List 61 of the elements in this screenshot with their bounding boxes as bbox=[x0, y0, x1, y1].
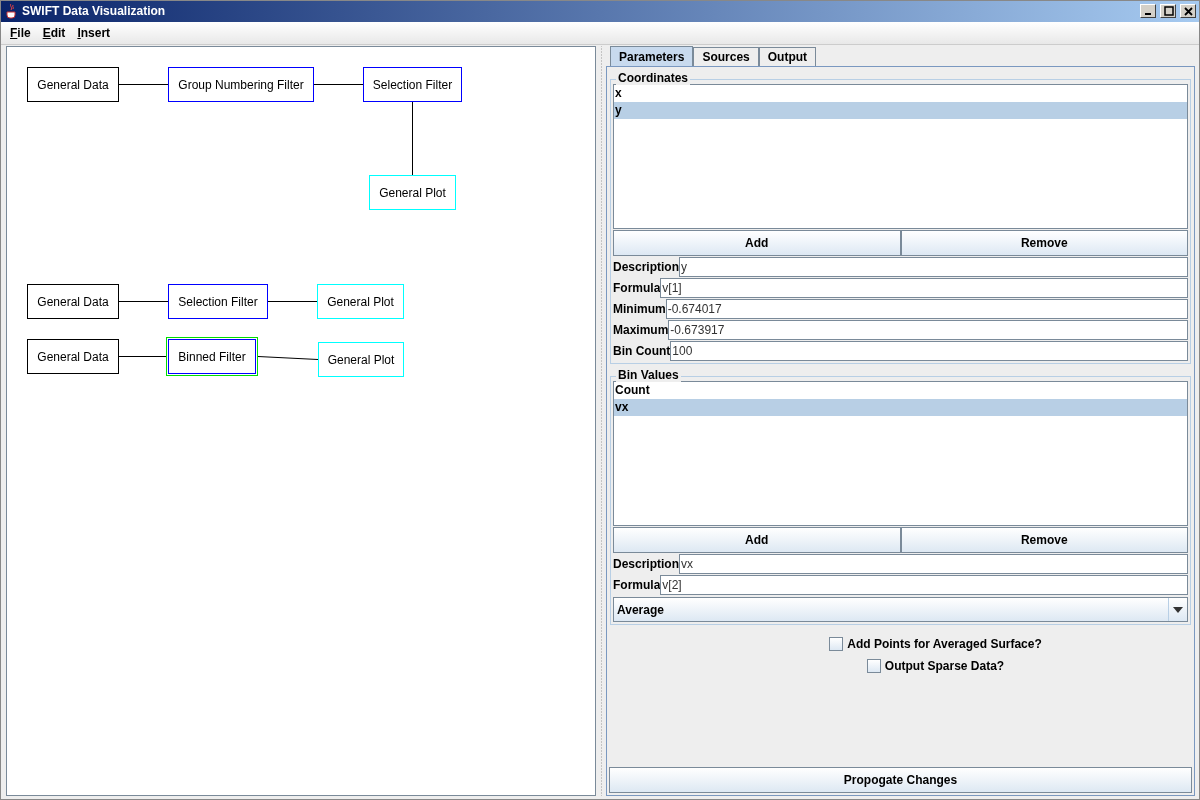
connector-line bbox=[118, 84, 169, 85]
connector-line bbox=[118, 301, 169, 302]
connector-line bbox=[313, 84, 364, 85]
diagram-node[interactable]: General Data bbox=[27, 284, 119, 319]
diagram-node[interactable]: Selection Filter bbox=[168, 284, 268, 319]
menu-item[interactable]: Edit bbox=[42, 25, 66, 40]
diagram-node[interactable]: General Data bbox=[27, 339, 119, 374]
list-item[interactable]: y bbox=[614, 102, 1187, 119]
field-label: Minimum bbox=[613, 301, 666, 318]
window-title: SWIFT Data Visualization bbox=[22, 4, 167, 19]
remove-button[interactable]: Remove bbox=[900, 230, 1188, 256]
diagram-node[interactable]: Group Numbering Filter bbox=[168, 67, 314, 102]
tab[interactable]: Parameters bbox=[610, 46, 694, 66]
maximize-icon bbox=[1162, 5, 1174, 17]
diagram-node[interactable]: General Plot bbox=[369, 175, 456, 210]
add-button[interactable]: Add bbox=[613, 230, 901, 256]
dropdown[interactable]: Average bbox=[613, 597, 1188, 622]
list-item[interactable]: x bbox=[614, 85, 1187, 102]
diagram-node[interactable]: General Plot bbox=[317, 284, 404, 319]
add-button[interactable]: Add bbox=[613, 527, 901, 553]
list-item[interactable]: Count bbox=[614, 382, 1187, 399]
input-field[interactable]: v[1] bbox=[660, 278, 1188, 298]
propagate-button[interactable]: Propogate Changes bbox=[609, 767, 1192, 793]
field-label: Formula bbox=[613, 577, 661, 594]
close-icon bbox=[1182, 5, 1194, 17]
tab[interactable]: Sources bbox=[693, 47, 759, 66]
field-label: Description bbox=[613, 259, 679, 276]
field-label: Bin Count bbox=[613, 343, 671, 360]
diagram-node[interactable]: General Plot bbox=[318, 342, 404, 377]
remove-button[interactable]: Remove bbox=[900, 527, 1188, 553]
list-item[interactable]: vx bbox=[614, 399, 1187, 416]
checkbox-label[interactable]: Output Sparse Data? bbox=[884, 659, 1005, 673]
menu-item[interactable]: Insert bbox=[77, 25, 111, 40]
input-field[interactable]: y bbox=[679, 257, 1188, 277]
input-field[interactable]: -0.673917 bbox=[668, 320, 1188, 340]
menu-item[interactable]: File bbox=[10, 25, 31, 40]
maximize-button[interactable] bbox=[1160, 4, 1176, 19]
input-field[interactable]: -0.674017 bbox=[665, 299, 1188, 319]
field-label: Formula bbox=[613, 280, 661, 297]
minimize-button[interactable] bbox=[1140, 4, 1156, 19]
input-field[interactable]: 100 bbox=[670, 341, 1188, 361]
input-field[interactable]: vx bbox=[679, 554, 1188, 574]
checkbox[interactable] bbox=[866, 659, 881, 673]
connector-line bbox=[118, 356, 169, 357]
diagram-node[interactable]: Binned Filter bbox=[166, 337, 258, 376]
input-field[interactable]: v[2] bbox=[660, 575, 1188, 595]
diagram-node[interactable]: General Data bbox=[27, 67, 119, 102]
cup-icon bbox=[4, 3, 18, 20]
checkbox[interactable] bbox=[829, 637, 844, 651]
caret-icon bbox=[1173, 606, 1183, 613]
connector-line bbox=[267, 301, 318, 302]
checkbox-label[interactable]: Add Points for Averaged Surface? bbox=[847, 637, 1042, 651]
connector-line bbox=[257, 356, 319, 360]
field-label: Maximum bbox=[613, 322, 669, 339]
minimize-icon bbox=[1145, 13, 1151, 16]
group-title: Coordinates bbox=[616, 71, 690, 85]
group-title: Bin Values bbox=[616, 368, 681, 382]
close-button[interactable] bbox=[1180, 4, 1196, 19]
field-label: Description bbox=[613, 556, 679, 573]
tab[interactable]: Output bbox=[758, 47, 817, 66]
diagram-node[interactable]: Selection Filter bbox=[363, 67, 462, 102]
